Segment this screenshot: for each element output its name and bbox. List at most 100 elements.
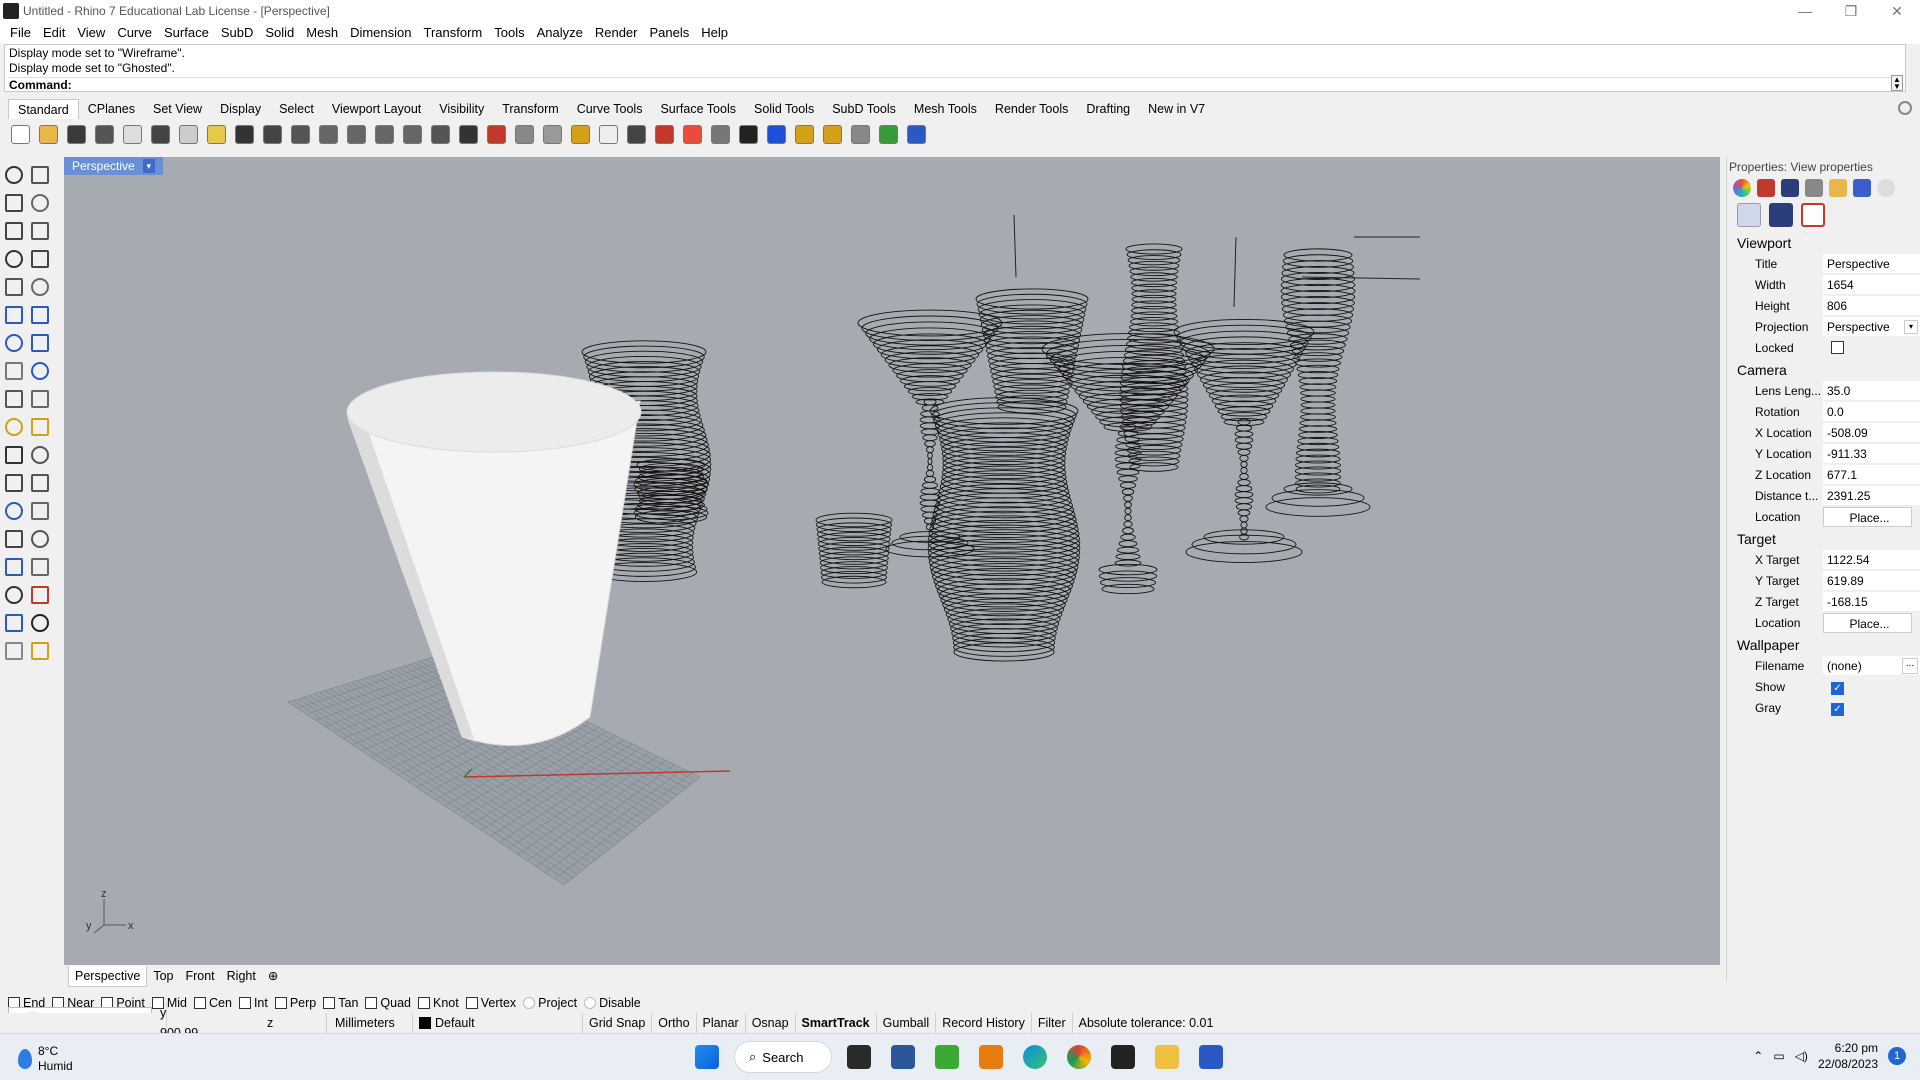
gumball-toggle[interactable]: Gumball [877, 1013, 937, 1033]
zoom-button[interactable] [316, 122, 341, 147]
toolbar-tab-standard[interactable]: Standard [8, 99, 79, 119]
status-units[interactable]: Millimeters [327, 1013, 413, 1033]
notification-badge[interactable]: 1 [1888, 1047, 1906, 1065]
undo-button[interactable] [232, 122, 257, 147]
fillet-tool[interactable] [2, 415, 26, 439]
viewport-tab-top[interactable]: Top [147, 966, 179, 986]
undo-view-button[interactable] [428, 122, 453, 147]
material-button[interactable] [652, 122, 677, 147]
rhino-app[interactable] [1106, 1040, 1140, 1074]
material-tab-icon[interactable] [1757, 179, 1775, 197]
edge-app[interactable] [1018, 1040, 1052, 1074]
prop-value[interactable]: -168.15 [1823, 591, 1920, 612]
menu-dimension[interactable]: Dimension [344, 22, 417, 44]
osnap-project[interactable]: Project [523, 996, 577, 1010]
smarttrack-toggle[interactable]: SmartTrack [796, 1013, 877, 1033]
cut-button[interactable] [148, 122, 173, 147]
prop-value[interactable]: (none)... [1823, 655, 1920, 676]
viewport-tab-front[interactable]: Front [179, 966, 220, 986]
texture-tab-icon[interactable] [1805, 179, 1823, 197]
perspective-viewport[interactable]: Perspective ▾ z x y [64, 157, 1720, 965]
chevron-down-icon[interactable]: ▾ [1904, 319, 1918, 334]
close-button[interactable]: ✕ [1874, 0, 1920, 22]
viewport-tab-perspective[interactable]: Perspective [68, 965, 148, 987]
show-checkbox[interactable]: ✓ [1831, 681, 1844, 695]
word-app[interactable] [886, 1040, 920, 1074]
filter-button[interactable] [792, 122, 817, 147]
network-icon[interactable]: ▭ [1773, 1049, 1784, 1063]
restore-button[interactable]: ❐ [1828, 0, 1874, 22]
array-tool[interactable] [2, 527, 26, 551]
osnap-checkbox[interactable] [194, 997, 206, 1009]
snap-button[interactable] [568, 122, 593, 147]
select-tool[interactable] [2, 163, 26, 187]
gumball-tool[interactable] [28, 583, 52, 607]
rhino-active-app[interactable] [1194, 1040, 1228, 1074]
chrome-app[interactable] [1062, 1040, 1096, 1074]
folder-app[interactable] [1150, 1040, 1184, 1074]
text-tool[interactable] [2, 499, 26, 523]
rendering-tab-icon[interactable] [1853, 179, 1871, 197]
osnap-checkbox[interactable] [365, 997, 378, 1009]
osnap-checkbox[interactable] [238, 997, 251, 1009]
boolean-tool[interactable] [2, 443, 26, 467]
blender-app[interactable] [974, 1040, 1008, 1074]
prop-value[interactable]: 1122.54 [1823, 549, 1920, 570]
grid-snap-toggle[interactable]: Grid Snap [583, 1013, 653, 1033]
toolbar-tab-set-view[interactable]: Set View [144, 99, 211, 119]
toolbar-tab-transform[interactable]: Transform [493, 99, 568, 119]
new-button[interactable] [8, 122, 33, 147]
osnap-disable[interactable]: Disable [584, 996, 641, 1010]
check-tool[interactable] [28, 611, 52, 635]
tray-chevron-icon[interactable]: ⌃ [1753, 1049, 1763, 1063]
viewport-title-tab[interactable]: Perspective ▾ [64, 157, 163, 175]
start-app[interactable] [690, 1040, 724, 1074]
toolbar-tab-select[interactable]: Select [270, 99, 323, 119]
toolbar-tab-curve-tools[interactable]: Curve Tools [568, 99, 652, 119]
pan-button[interactable] [260, 122, 285, 147]
trim-tool[interactable] [28, 443, 52, 467]
print-button[interactable] [92, 122, 117, 147]
cplane-button[interactable] [540, 122, 565, 147]
command-prompt[interactable]: Command: [9, 77, 1901, 92]
mesh-tool[interactable] [2, 387, 26, 411]
osnap-checkbox[interactable] [323, 997, 336, 1009]
osnap-checkbox[interactable] [584, 997, 597, 1009]
surface-tool[interactable] [2, 303, 26, 327]
environment-tab-icon[interactable] [1781, 179, 1799, 197]
prop-value[interactable]: Perspective ▾ [1823, 316, 1920, 337]
volume-icon[interactable]: ◁) [1795, 1049, 1808, 1063]
browse-icon[interactable]: ... [1902, 657, 1918, 674]
solid-union-tool[interactable] [28, 331, 52, 355]
toolbar-tab-render-tools[interactable]: Render Tools [986, 99, 1077, 119]
prop-value[interactable]: -911.33 [1823, 443, 1920, 464]
menu-solid[interactable]: Solid [259, 22, 300, 44]
zoom-selected-button[interactable] [400, 122, 425, 147]
copy-button[interactable] [176, 122, 201, 147]
block-tool[interactable] [2, 555, 26, 579]
options-button[interactable] [820, 122, 845, 147]
add-viewport-icon[interactable]: ⊕ [262, 966, 284, 986]
prop-value[interactable]: Perspective [1823, 253, 1920, 274]
light-button[interactable] [596, 122, 621, 147]
file-explorer-dark-app[interactable] [842, 1040, 876, 1074]
zoom-window-button[interactable] [344, 122, 369, 147]
prop-value[interactable]: 2391.25 [1823, 485, 1920, 506]
revolve-tool[interactable] [28, 471, 52, 495]
osnap-quad[interactable]: Quad [365, 996, 411, 1010]
menu-render[interactable]: Render [589, 22, 644, 44]
dimension-tool[interactable] [28, 499, 52, 523]
osnap-toggle[interactable]: Osnap [746, 1013, 796, 1033]
prop-value[interactable]: 677.1 [1823, 464, 1920, 485]
locked-checkbox[interactable] [1831, 340, 1844, 354]
zoom-extents-button[interactable] [372, 122, 397, 147]
blue-sphere-button[interactable] [764, 122, 789, 147]
toolbar-tab-drafting[interactable]: Drafting [1077, 99, 1139, 119]
history-button[interactable] [848, 122, 873, 147]
command-scroll-icon[interactable]: ▲ ▼ [1891, 75, 1903, 91]
open-button[interactable] [36, 122, 61, 147]
rotate-view-button[interactable] [288, 122, 313, 147]
wallpaper-icon[interactable] [1801, 203, 1825, 227]
grid-tool[interactable] [2, 583, 26, 607]
prop-value[interactable]: 0.0 [1823, 401, 1920, 422]
